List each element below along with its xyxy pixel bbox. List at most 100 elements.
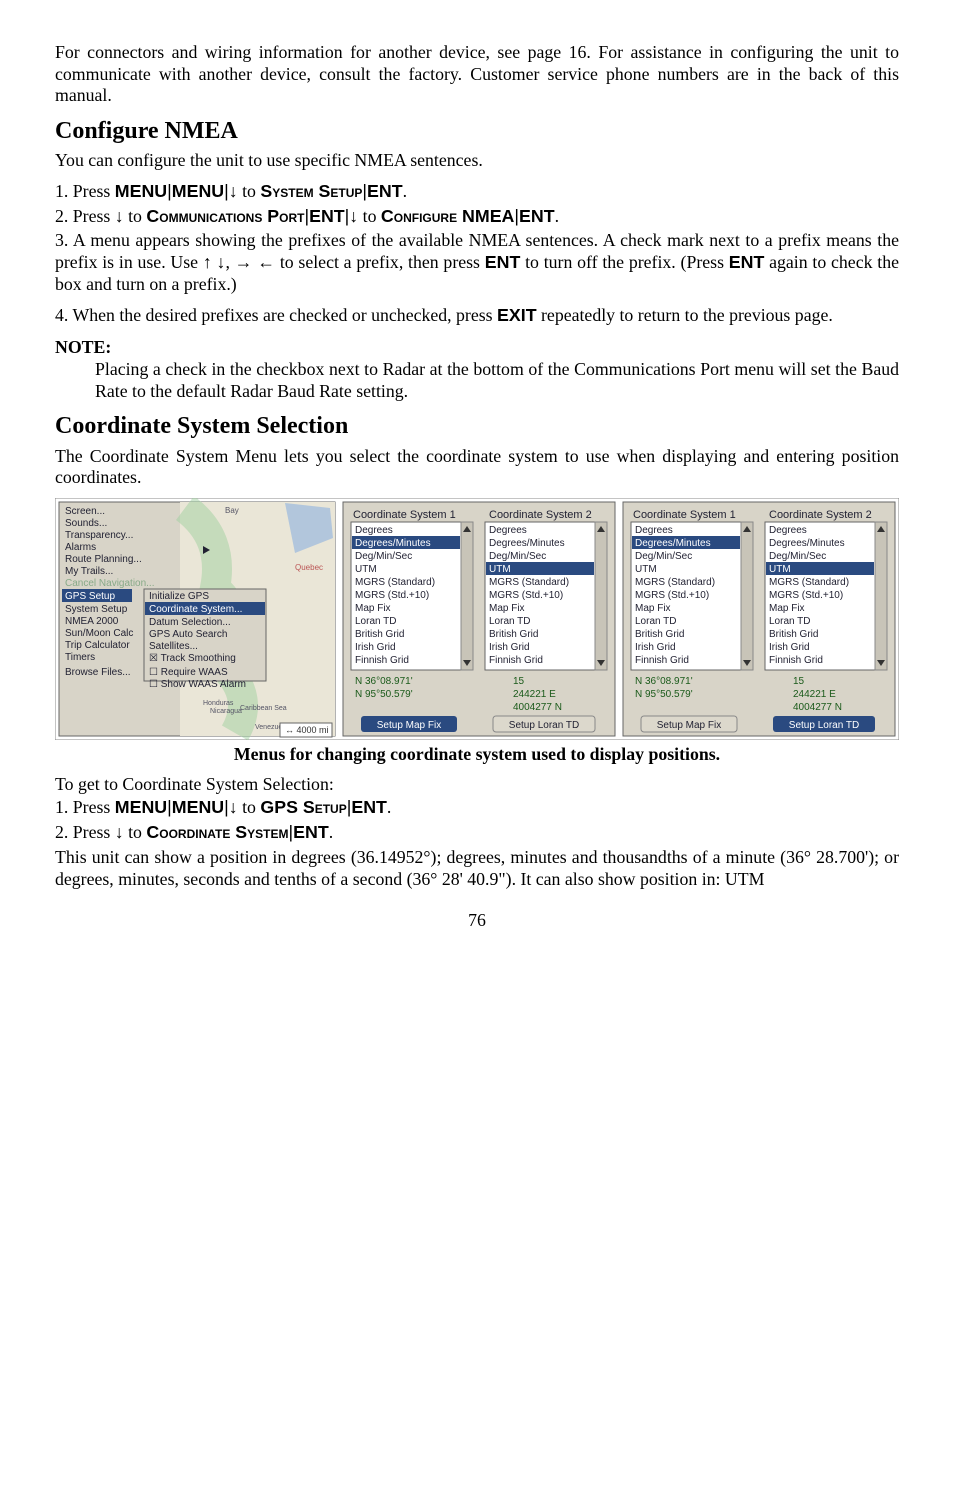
svg-text:Map Fix: Map Fix <box>769 603 805 614</box>
submenu-item: Datum Selection... <box>149 617 231 628</box>
key-menu: MENU <box>115 181 167 201</box>
arrow-down-icon: ↓ <box>229 797 238 817</box>
svg-text:Deg/Min/Sec: Deg/Min/Sec <box>769 551 826 562</box>
note-body: Placing a check in the checkbox next to … <box>95 359 899 402</box>
svg-text:MGRS (Standard): MGRS (Standard) <box>355 577 435 588</box>
svg-text:British Grid: British Grid <box>769 629 818 640</box>
coord-intro: The Coordinate System Menu lets you sele… <box>55 446 899 489</box>
svg-text:British Grid: British Grid <box>355 629 404 640</box>
svg-text:4004277 N: 4004277 N <box>513 702 562 713</box>
svg-text:Deg/Min/Sec: Deg/Min/Sec <box>489 551 546 562</box>
svg-text:N 36°08.971': N 36°08.971' <box>635 676 693 687</box>
svg-text:Degrees/Minutes: Degrees/Minutes <box>489 538 565 549</box>
submenu-item: Satellites... <box>149 641 198 652</box>
intro-paragraph: For connectors and wiring information fo… <box>55 42 899 107</box>
svg-text:Degrees/Minutes: Degrees/Minutes <box>355 538 431 549</box>
svg-text:Degrees: Degrees <box>769 525 807 536</box>
menu-item-selected: GPS Setup <box>65 591 115 602</box>
map-label: Nicaragua <box>210 708 242 715</box>
svg-text:N 36°08.971': N 36°08.971' <box>355 676 413 687</box>
svg-text:Map Fix: Map Fix <box>489 603 525 614</box>
text-fragment: . <box>329 822 333 842</box>
menu-item: Trip Calculator <box>65 640 130 651</box>
svg-text:UTM: UTM <box>769 564 791 575</box>
svg-text:Degrees/Minutes: Degrees/Minutes <box>769 538 845 549</box>
text-fragment: to select a prefix, then press <box>275 252 485 272</box>
text-fragment: 2. Press <box>55 206 115 226</box>
svg-text:MGRS (Std.+10): MGRS (Std.+10) <box>635 590 709 601</box>
svg-text:4004277 N: 4004277 N <box>793 702 842 713</box>
arrow-down-icon: ↓ <box>115 822 124 842</box>
svg-text:Loran TD: Loran TD <box>355 616 397 627</box>
svg-text:Irish Grid: Irish Grid <box>635 642 676 653</box>
menu-item-coord-system: Coordinate System <box>146 822 288 842</box>
menu-item: Transparency... <box>65 530 133 541</box>
key-ent: ENT <box>519 206 555 226</box>
svg-text:UTM: UTM <box>489 564 511 575</box>
menu-item: Sounds... <box>65 518 107 529</box>
svg-text:Finnish Grid: Finnish Grid <box>489 655 543 666</box>
dialog-label: Coordinate System 2 <box>489 509 592 521</box>
svg-text:N 95°50.579': N 95°50.579' <box>635 689 693 700</box>
svg-text:Loran TD: Loran TD <box>489 616 531 627</box>
cfg-step3: 3. A menu appears showing the prefixes o… <box>55 230 899 295</box>
svg-text:Finnish Grid: Finnish Grid <box>769 655 823 666</box>
key-menu: MENU <box>172 797 224 817</box>
map-scale: ↔ 4000 mi <box>285 725 329 735</box>
arrow-right-icon: → <box>235 252 253 272</box>
key-menu: MENU <box>115 797 167 817</box>
dialog-label: Coordinate System 1 <box>633 509 736 521</box>
svg-text:Irish Grid: Irish Grid <box>489 642 530 653</box>
text-fragment: to turn off the prefix. (Press <box>520 252 728 272</box>
cfg-step1: 1. Press MENU|MENU|↓ to System Setup|ENT… <box>55 181 899 203</box>
menu-item-system-setup: System Setup <box>260 181 362 201</box>
text-fragment: . <box>403 181 407 201</box>
svg-text:Degrees: Degrees <box>489 525 527 536</box>
menu-item-configure-nmea: Configure NMEA <box>381 206 514 226</box>
arrow-down-icon: ↓ <box>115 206 124 226</box>
arrow-up-icon: ↑ <box>203 252 212 272</box>
svg-text:MGRS (Std.+10): MGRS (Std.+10) <box>355 590 429 601</box>
submenu-item: GPS Auto Search <box>149 629 227 640</box>
submenu-item: ☐ Require WAAS <box>149 667 228 678</box>
svg-text:N 95°50.579': N 95°50.579' <box>355 689 413 700</box>
coord-step1: 1. Press MENU|MENU|↓ to GPS Setup|ENT. <box>55 797 899 819</box>
map-label: Quebec <box>295 563 323 572</box>
menu-item: System Setup <box>65 604 128 615</box>
key-ent: ENT <box>293 822 329 842</box>
figure-panel3: Coordinate System 1 Coordinate System 2 … <box>623 502 895 736</box>
dialog-label: Coordinate System 1 <box>353 509 456 521</box>
svg-text:Degrees/Minutes: Degrees/Minutes <box>635 538 711 549</box>
button-setup-map-fix: Setup Map Fix <box>377 720 441 731</box>
text-fragment: . <box>555 206 559 226</box>
text-fragment: 4. When the desired prefixes are checked… <box>55 305 497 325</box>
map-label: Bay <box>225 506 239 515</box>
svg-text:15: 15 <box>513 676 525 687</box>
figure-panel2: Coordinate System 1 Coordinate System 2 … <box>343 502 615 736</box>
arrow-down-icon: ↓ <box>229 181 238 201</box>
menu-item: Route Planning... <box>65 554 142 565</box>
figure-coord-menus: Bay Quebec Honduras Nicaragua Caribbean … <box>55 498 899 740</box>
submenu-item: Initialize GPS <box>149 591 209 602</box>
svg-text:244221 E: 244221 E <box>513 689 556 700</box>
submenu-item: ☐ Show WAAS Alarm <box>149 679 246 690</box>
cfg-intro: You can configure the unit to use specif… <box>55 150 899 172</box>
map-label: Honduras <box>203 700 234 707</box>
submenu-item: ☒ Track Smoothing <box>149 653 236 664</box>
text-fragment: repeatedly to return to the previous pag… <box>537 305 833 325</box>
key-ent: ENT <box>485 252 521 272</box>
svg-text:Deg/Min/Sec: Deg/Min/Sec <box>355 551 412 562</box>
arrow-down-icon: ↓ <box>349 206 358 226</box>
text-fragment: to <box>238 181 261 201</box>
coord-after: To get to Coordinate System Selection: <box>55 774 899 796</box>
arrow-left-icon: ← <box>257 252 275 272</box>
svg-text:Deg/Min/Sec: Deg/Min/Sec <box>635 551 692 562</box>
submenu-item-selected: Coordinate System... <box>149 604 242 615</box>
svg-text:Map Fix: Map Fix <box>355 603 391 614</box>
map-label: Caribbean Sea <box>240 705 287 712</box>
svg-text:Degrees: Degrees <box>355 525 393 536</box>
text-fragment: to <box>124 822 147 842</box>
coord-step2: 2. Press ↓ to Coordinate System|ENT. <box>55 822 899 844</box>
svg-text:Finnish Grid: Finnish Grid <box>355 655 409 666</box>
text-fragment: 2. Press <box>55 822 115 842</box>
